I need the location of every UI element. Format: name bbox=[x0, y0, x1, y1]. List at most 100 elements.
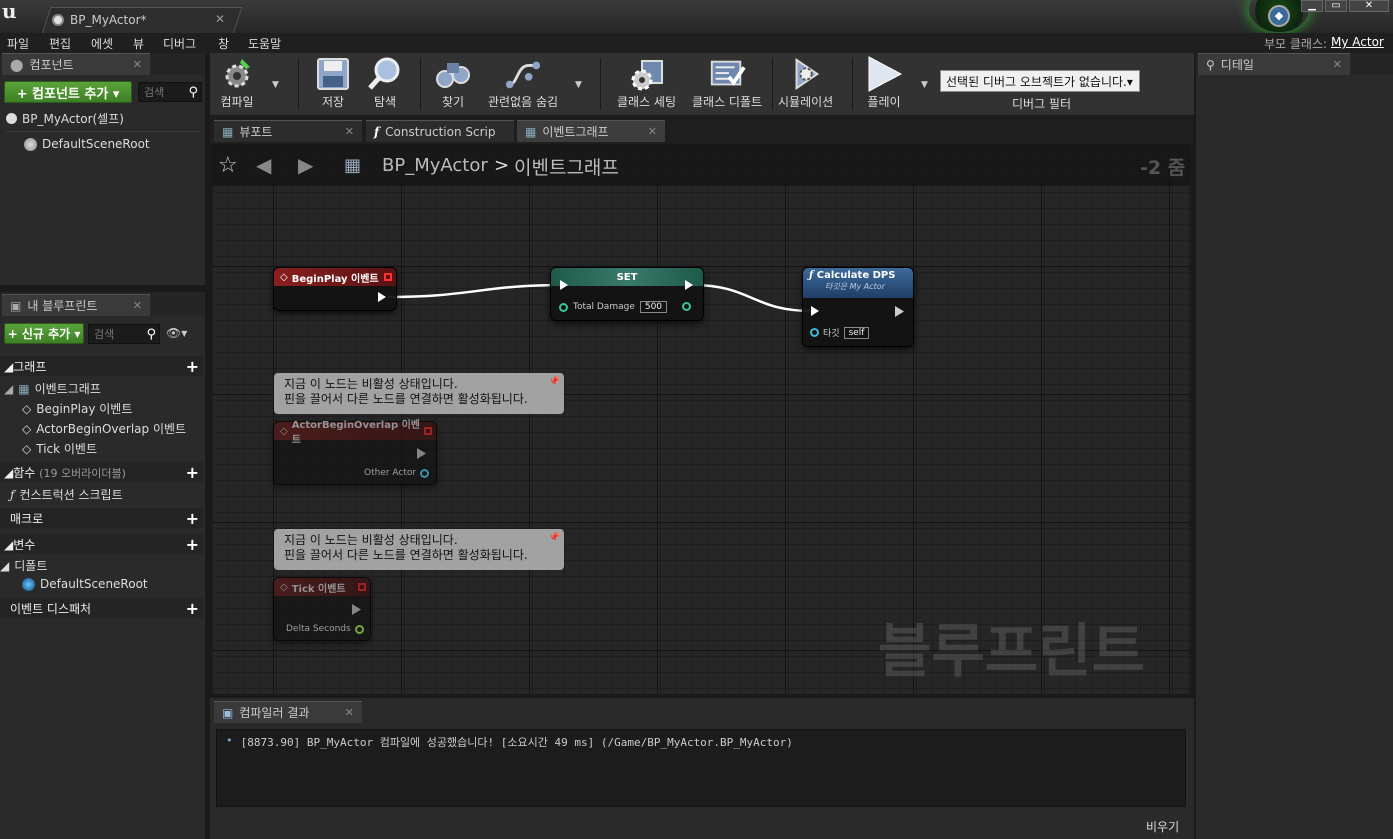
compiler-results-tab[interactable]: ▣ 컴파일러 결과 ✕ bbox=[214, 701, 362, 723]
exec-in-pin[interactable] bbox=[811, 306, 819, 316]
debug-object-select[interactable]: 선택된 디버그 오브젝트가 없습니다.▾ bbox=[940, 70, 1140, 92]
components-search-input[interactable]: 검색 ⚲ bbox=[138, 82, 202, 102]
node-calculate-dps[interactable]: ƒ Calculate DPS 타깃은 My Actor 타깃 self bbox=[803, 268, 913, 346]
blueprint-search-input[interactable]: 검색 ⚲ bbox=[88, 324, 160, 344]
delegate-pin-icon[interactable] bbox=[358, 583, 366, 591]
float-in-pin[interactable] bbox=[559, 302, 568, 312]
components-tab[interactable]: ⬤ 컴포넌트 ✕ bbox=[2, 53, 150, 75]
component-scene-root-item[interactable]: DefaultSceneRoot bbox=[24, 137, 150, 151]
menu-file[interactable]: 파일 bbox=[7, 35, 29, 52]
node-links-icon bbox=[504, 55, 542, 93]
tick-delta-seconds-row: Delta Seconds bbox=[286, 624, 364, 634]
my-blueprint-tab-close-icon[interactable]: ✕ bbox=[133, 299, 142, 312]
expand-arrow-icon: ◢ bbox=[4, 359, 14, 374]
play-dropdown-icon[interactable]: ▼ bbox=[921, 80, 928, 90]
play-button[interactable]: 플레이 bbox=[865, 55, 903, 110]
add-component-button[interactable]: + 컴포넌트 추가 ▾ bbox=[4, 81, 132, 103]
maximize-button[interactable]: ▭ bbox=[1325, 0, 1347, 12]
variables-category[interactable]: ◢변수 + bbox=[0, 534, 203, 554]
components-tab-close-icon[interactable]: ✕ bbox=[133, 58, 142, 71]
hide-unrelated-button[interactable]: 관련없음 숨김 bbox=[488, 55, 558, 110]
node-set[interactable]: SET Total Damage 500 bbox=[551, 268, 703, 320]
exec-in-pin[interactable] bbox=[560, 280, 568, 290]
details-tab-close-icon[interactable]: ✕ bbox=[1333, 58, 1342, 71]
construction-script-item[interactable]: ƒ 컨스트럭션 스크립트 bbox=[10, 486, 123, 503]
object-in-pin[interactable] bbox=[810, 328, 819, 337]
tab-construction-script[interactable]: f Construction Scrip bbox=[366, 120, 514, 142]
menu-asset[interactable]: 에셋 bbox=[91, 35, 113, 52]
exec-out-pin[interactable] bbox=[352, 604, 361, 615]
tab-event-graph-close-icon[interactable]: ✕ bbox=[648, 125, 657, 138]
compile-dropdown-icon[interactable]: ▼ bbox=[272, 80, 279, 90]
actor-icon bbox=[6, 113, 17, 124]
find-button[interactable]: 찾기 bbox=[434, 55, 472, 110]
exec-out-pin[interactable] bbox=[685, 280, 693, 290]
menu-window[interactable]: 창 bbox=[218, 35, 229, 52]
add-new-button[interactable]: + 신규 추가 ▾ bbox=[4, 323, 84, 344]
macros-category[interactable]: 매크로 + bbox=[0, 508, 203, 528]
clear-log-button[interactable]: 비우기 bbox=[1146, 818, 1179, 835]
add-variable-plus-icon[interactable]: + bbox=[186, 535, 199, 554]
functions-category[interactable]: ◢함수 (19 오버라이더블) + bbox=[0, 462, 203, 482]
component-self-item[interactable]: BP_MyActor(셀프) bbox=[6, 110, 124, 127]
add-function-plus-icon[interactable]: + bbox=[186, 463, 199, 482]
menu-edit[interactable]: 편집 bbox=[49, 35, 71, 52]
menu-view[interactable]: 뷰 bbox=[133, 35, 144, 52]
calc-target-value[interactable]: self bbox=[843, 326, 870, 339]
source-control-icon[interactable]: ◆ bbox=[1268, 5, 1290, 27]
node-actor-begin-overlap[interactable]: ◇ ActorBeginOverlap 이벤트 Other Actor bbox=[274, 420, 436, 484]
component-self-label: BP_MyActor(셀프) bbox=[22, 112, 124, 126]
total-damage-value[interactable]: 500 bbox=[639, 301, 668, 313]
event-dispatchers-category[interactable]: 이벤트 디스패처 + bbox=[0, 598, 203, 618]
add-dispatcher-plus-icon[interactable]: + bbox=[186, 599, 199, 618]
menu-help[interactable]: 도움말 bbox=[248, 35, 281, 52]
object-out-pin[interactable] bbox=[420, 468, 430, 478]
node-tick[interactable]: ◇ Tick 이벤트 Delta Seconds bbox=[274, 578, 370, 640]
class-defaults-button[interactable]: 클래스 디폴트 bbox=[692, 55, 762, 110]
my-blueprint-tab-label: 내 블루프린트 bbox=[27, 299, 98, 313]
compiler-results-tab-close-icon[interactable]: ✕ bbox=[345, 706, 354, 719]
document-tab[interactable]: BP_MyActor* bbox=[52, 8, 147, 32]
graphs-category[interactable]: ◢그래프 + bbox=[0, 356, 203, 376]
visibility-eye-icon[interactable]: 👁▾ bbox=[166, 326, 187, 340]
tab-event-graph[interactable]: ▦ 이벤트그래프 ✕ bbox=[517, 120, 665, 142]
event-tick-item[interactable]: ◇ Tick 이벤트 bbox=[22, 440, 97, 457]
event-overlap-item[interactable]: ◇ ActorBeginOverlap 이벤트 bbox=[22, 420, 186, 437]
add-graph-plus-icon[interactable]: + bbox=[186, 357, 199, 376]
pin-icon[interactable]: 📌 bbox=[549, 531, 560, 546]
compiler-log-icon: ▣ bbox=[222, 705, 234, 720]
delegate-pin-icon[interactable] bbox=[384, 273, 392, 281]
add-macro-plus-icon[interactable]: + bbox=[186, 509, 199, 528]
event-graph-item[interactable]: ◢ ▦ 이벤트그래프 bbox=[4, 380, 101, 397]
compile-button[interactable]: 컴파일 bbox=[218, 55, 256, 110]
float-out-pin[interactable] bbox=[682, 302, 691, 311]
menu-debug[interactable]: 디버그 bbox=[163, 35, 196, 52]
close-window-button[interactable]: ✕ bbox=[1349, 0, 1389, 12]
details-panel bbox=[1196, 53, 1393, 839]
minimize-button[interactable]: ▁ bbox=[1301, 0, 1323, 12]
browse-button[interactable]: 탐색 bbox=[366, 55, 404, 110]
exec-out-pin[interactable] bbox=[378, 292, 386, 302]
default-scene-root-variable[interactable]: DefaultSceneRoot bbox=[22, 577, 148, 591]
document-tab-close-icon[interactable]: ✕ bbox=[215, 12, 225, 26]
graphs-category-label: 그래프 bbox=[13, 359, 47, 374]
details-tab[interactable]: ⚲ 디테일 ✕ bbox=[1198, 53, 1350, 75]
function-icon: ƒ bbox=[10, 487, 15, 502]
defaults-category[interactable]: ◢ 디폴트 bbox=[0, 557, 47, 574]
simulation-button[interactable]: 시뮬레이션 bbox=[778, 55, 833, 110]
blueprint-icon bbox=[52, 14, 64, 26]
my-blueprint-tab[interactable]: ▣ 내 블루프린트 ✕ bbox=[2, 294, 150, 316]
delegate-pin-icon[interactable] bbox=[424, 427, 432, 435]
tab-viewport[interactable]: ▦ 뷰포트 ✕ bbox=[214, 120, 362, 142]
float-out-pin[interactable] bbox=[354, 624, 364, 634]
tab-viewport-close-icon[interactable]: ✕ bbox=[345, 125, 354, 138]
hide-unrelated-dropdown-icon[interactable]: ▼ bbox=[575, 80, 582, 90]
pin-icon[interactable]: 📌 bbox=[549, 375, 560, 390]
parent-class-link[interactable]: My Actor bbox=[1331, 35, 1384, 49]
save-button[interactable]: 저장 bbox=[314, 55, 352, 110]
exec-out-pin[interactable] bbox=[895, 306, 904, 317]
exec-out-pin[interactable] bbox=[417, 448, 426, 459]
node-beginplay[interactable]: ◇ BeginPlay 이벤트 bbox=[274, 268, 396, 310]
class-settings-button[interactable]: 클래스 세팅 bbox=[617, 55, 676, 110]
event-beginplay-item[interactable]: ◇ BeginPlay 이벤트 bbox=[22, 400, 132, 417]
